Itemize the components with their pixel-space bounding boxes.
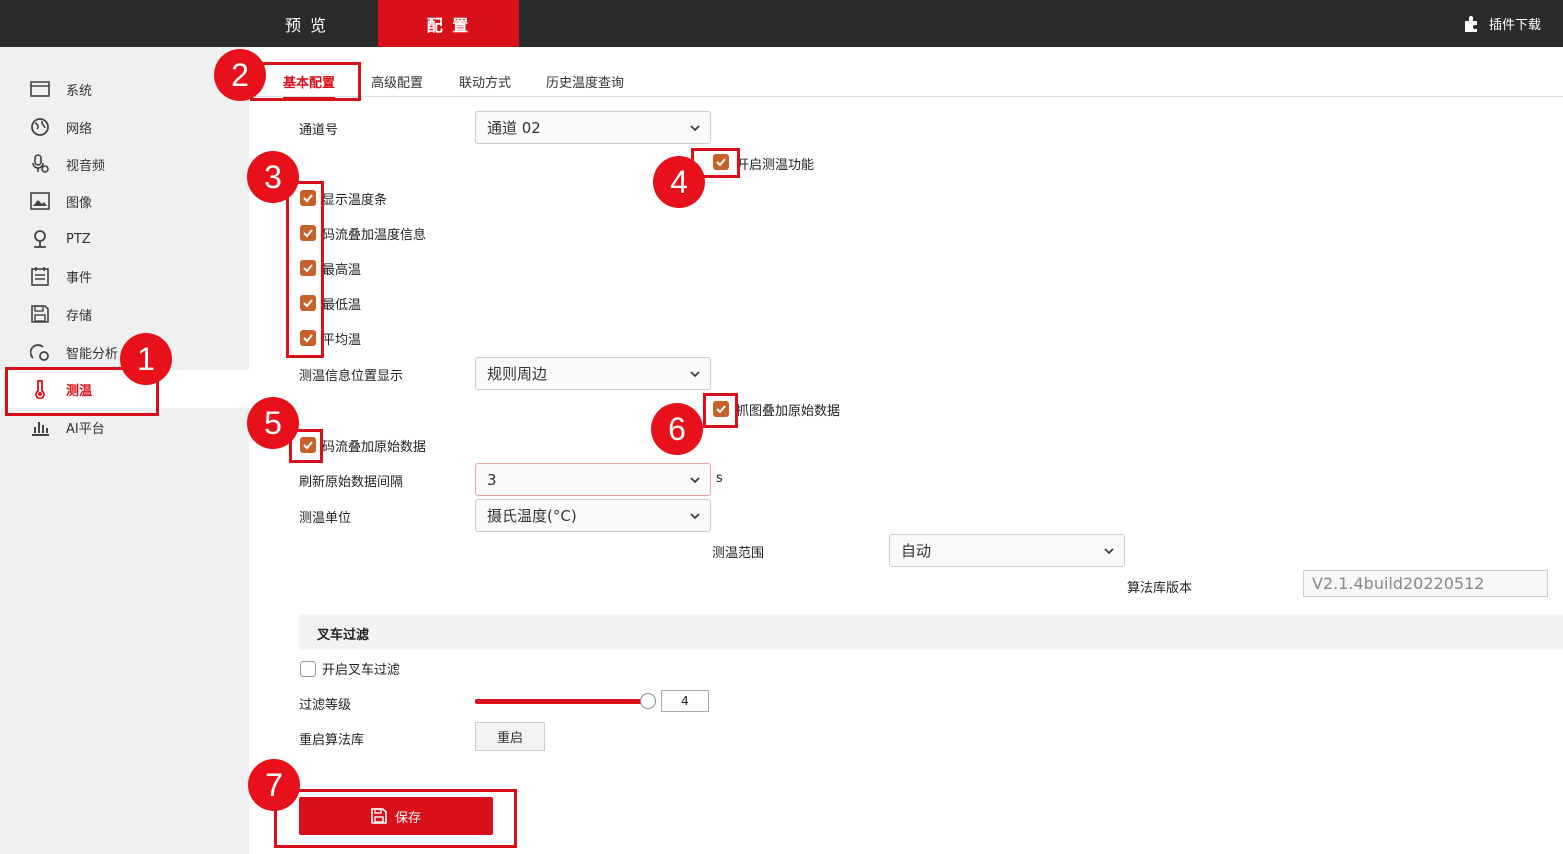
refresh-label: 刷新原始数据间隔 [299,475,404,490]
sidebar: 系统 网络 视音频 图像 PTZ 事件 存储 智能分析 测温 AI平台 [0,47,249,854]
refresh-select-value: 3 [487,470,497,489]
globe-icon [30,117,50,137]
chevron-down-icon [690,477,700,484]
reboot-button[interactable]: 重启 [475,722,545,751]
refresh-unit: s [716,471,723,486]
range-label: 测温范围 [712,546,765,561]
sidebar-item-label: 视音频 [66,158,106,174]
annotation-badge-2: 2 [214,49,266,101]
stream-raw-label: 码流叠加原始数据 [322,440,427,455]
refresh-select[interactable]: 3 [475,463,711,496]
sidebar-item-network[interactable]: 网络 [0,108,249,146]
channel-label: 通道号 [299,123,339,138]
puzzle-icon [1464,15,1477,32]
highlight-box-6 [703,393,738,428]
min-temp-label: 最低温 [322,298,362,313]
smart-analysis-icon [30,342,50,362]
position-select[interactable]: 规则周边 [475,357,711,390]
forklift-enable-label: 开启叉车过滤 [322,663,401,678]
chevron-down-icon [690,125,700,132]
max-temp-label: 最高温 [322,263,362,278]
annotation-badge-5: 5 [247,397,299,449]
filter-level-slider[interactable] [475,699,648,704]
unit-select-value: 摄氏温度(°C) [487,507,577,525]
bar-chart-icon [30,417,50,437]
forklift-enable-checkbox[interactable] [300,661,316,677]
tab-preview[interactable]: 预 览 [236,0,377,47]
sidebar-item-audio-video[interactable]: 视音频 [0,145,249,183]
highlight-box-7 [274,789,517,848]
annotation-badge-1: 1 [120,333,172,385]
filter-level-label: 过滤等级 [299,698,352,713]
annotation-badge-6: 6 [651,403,703,455]
sidebar-item-label: 系统 [66,83,93,99]
sidebar-item-label: 存储 [66,308,93,324]
chevron-down-icon [1104,548,1114,555]
microphone-icon [30,154,50,174]
sidebar-item-ptz[interactable]: PTZ [0,220,249,258]
chevron-down-icon [690,371,700,378]
channel-select[interactable]: 通道 02 [475,111,711,144]
snapshot-raw-label: 抓图叠加原始数据 [736,404,841,419]
save-icon [30,304,50,324]
tab-config[interactable]: 配 置 [378,0,519,47]
sidebar-item-event[interactable]: 事件 [0,257,249,295]
sidebar-item-label: 智能分析 [66,346,119,362]
enable-temp-label: 开启测温功能 [736,158,815,173]
filter-level-input[interactable]: 4 [661,690,709,712]
unit-label: 测温单位 [299,511,352,526]
filter-level-slider-handle[interactable] [640,693,656,709]
calendar-icon [30,266,50,286]
annotation-badge-4: 4 [653,156,705,208]
show-temp-bar-label: 显示温度条 [322,193,388,208]
algo-version-field: V2.1.4build20220512 [1303,570,1548,597]
tab-linkage[interactable]: 联动方式 [459,72,511,91]
annotation-badge-3: 3 [247,151,299,203]
plugin-download-link[interactable]: 插件下载 [1463,14,1541,33]
tab-temperature-history[interactable]: 历史温度查询 [546,72,624,91]
tab-advanced-config[interactable]: 高级配置 [371,72,423,91]
plugin-download-label: 插件下载 [1488,18,1541,33]
sidebar-item-label: AI平台 [66,421,105,437]
avg-temp-label: 平均温 [322,333,362,348]
filter-level-value: 4 [681,694,689,708]
sidebar-item-image[interactable]: 图像 [0,182,249,220]
range-select[interactable]: 自动 [889,534,1125,567]
algo-version-value: V2.1.4build20220512 [1312,574,1485,593]
range-select-value: 自动 [901,542,932,560]
forklift-section-header: 叉车过滤 [299,614,1563,650]
image-icon [30,191,50,211]
sidebar-item-label: 事件 [66,270,93,286]
sidebar-item-label: 网络 [66,121,93,137]
position-select-value: 规则周边 [487,365,548,383]
sidebar-item-label: 图像 [66,195,93,211]
annotation-badge-7: 7 [248,759,300,811]
stream-overlay-temp-label: 码流叠加温度信息 [322,228,427,243]
sidebar-item-system[interactable]: 系统 [0,70,249,108]
chevron-down-icon [690,513,700,520]
sub-tabs: 基本配置 高级配置 联动方式 历史温度查询 [249,64,1563,99]
forklift-section-title: 叉车过滤 [317,628,370,643]
top-bar: 预 览 配 置 插件下载 [0,0,1563,47]
ptz-icon [30,229,50,249]
reboot-algo-label: 重启算法库 [299,733,365,748]
unit-select[interactable]: 摄氏温度(°C) [475,499,711,532]
monitor-icon [30,79,50,99]
highlight-box-2 [250,62,361,101]
algo-version-label: 算法库版本 [1127,581,1193,596]
sidebar-item-label: PTZ [66,231,91,247]
channel-select-value: 通道 02 [487,119,541,137]
sidebar-item-storage[interactable]: 存储 [0,295,249,333]
highlight-box-3 [286,181,324,358]
position-label: 测温信息位置显示 [299,369,404,384]
